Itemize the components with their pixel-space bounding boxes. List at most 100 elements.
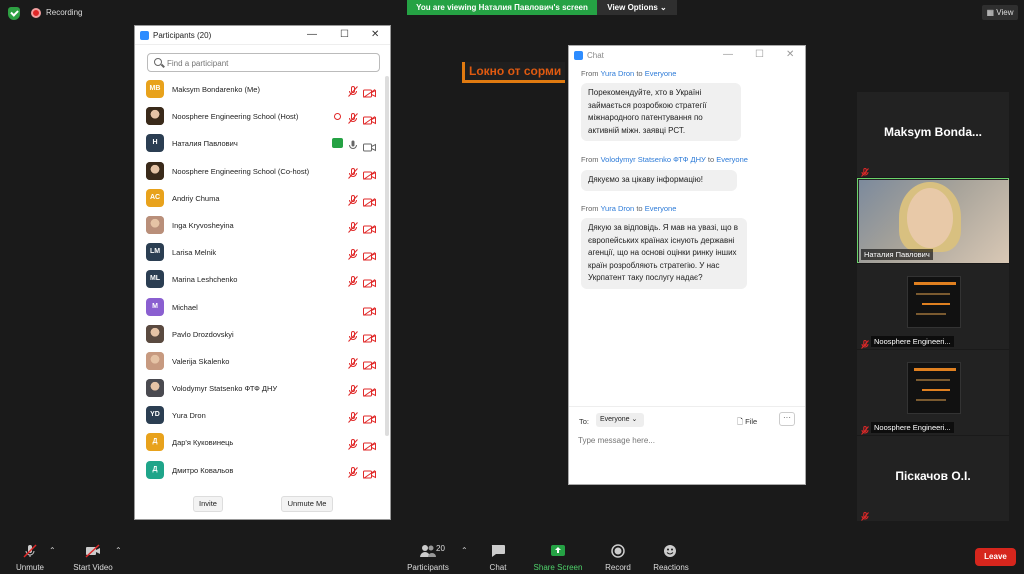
microphone-muted-icon: [861, 508, 869, 521]
chat-message-bubble: Дякуємо за цікаву інформацію!: [581, 170, 737, 191]
microphone-muted-icon: [348, 465, 358, 478]
tile-participant-name: Noosphere Engineeri...: [871, 336, 954, 347]
sender-name[interactable]: Volodymyr Statsenko ФТФ ДНУ: [601, 155, 706, 164]
recipient-name[interactable]: Everyone: [645, 69, 677, 78]
chat-button[interactable]: Chat: [468, 538, 528, 574]
video-camera-off-icon: [363, 194, 376, 207]
participant-row[interactable]: ML Marina Leshchenko: [135, 266, 385, 293]
audio-options-caret-icon[interactable]: ⌃: [49, 546, 56, 555]
minimize-icon[interactable]: —: [723, 49, 733, 60]
leave-button[interactable]: Leave: [975, 548, 1016, 566]
recipient-select[interactable]: Everyone ⌄: [596, 413, 644, 427]
close-icon[interactable]: ✕: [371, 29, 379, 40]
participant-row[interactable]: MB Maksym Bondarenko (Me): [135, 76, 385, 103]
from-word: From: [581, 204, 599, 213]
video-tile[interactable]: Наталия Павлович: [857, 178, 1009, 263]
microphone-muted-icon: [348, 437, 358, 451]
view-options-button[interactable]: View Options ⌄: [597, 0, 677, 15]
participant-row[interactable]: Д Дмитро Ковальов: [135, 457, 385, 484]
video-camera-off-icon: [363, 167, 376, 180]
video-tile[interactable]: Піскачов О.І.: [857, 436, 1009, 521]
avatar: LM: [146, 243, 164, 262]
invite-button[interactable]: Invite: [193, 496, 223, 512]
screen-share-icon: [332, 138, 343, 149]
participant-name: Larisa Melnik: [172, 248, 217, 258]
zoom-meeting-window: Recording You are viewing Наталия Павлов…: [0, 0, 1024, 574]
close-icon[interactable]: ✕: [786, 49, 794, 60]
avatar-image: [146, 161, 164, 180]
participant-row[interactable]: Volodymyr Statsenko ФТФ ДНУ: [135, 375, 385, 402]
recipient-name[interactable]: Everyone: [716, 155, 748, 164]
participant-name: Michael: [172, 302, 198, 312]
minimize-icon[interactable]: —: [307, 29, 317, 40]
video-face-shape: [907, 188, 953, 248]
chat-message-header: From Volodymyr Statsenko ФТФ ДНУ to Ever…: [581, 155, 748, 164]
video-options-caret-icon[interactable]: ⌃: [115, 546, 122, 555]
participant-name: Inga Kryvosheyina: [172, 220, 234, 230]
chat-message-input[interactable]: [578, 433, 793, 447]
participant-row[interactable]: Д Дар'я Куковинець: [135, 429, 385, 456]
participant-row[interactable]: Inga Kryvosheyina: [135, 212, 385, 239]
microphone-muted-icon: [348, 329, 358, 342]
microphone-muted-icon: [861, 164, 869, 177]
participant-row[interactable]: Noosphere Engineering School (Host): [135, 103, 385, 130]
chat-label: Chat: [489, 563, 507, 572]
more-options-button[interactable]: ···: [779, 412, 795, 426]
participant-search[interactable]: [147, 53, 380, 72]
participant-name: Yura Dron: [172, 411, 206, 421]
record-button[interactable]: Record: [588, 538, 648, 574]
scrollbar[interactable]: [385, 76, 389, 436]
video-camera-off-icon: [363, 330, 376, 343]
participant-row[interactable]: Н Наталия Павлович: [135, 130, 385, 157]
chat-composer: To: Everyone ⌄ 🗋 File ···: [569, 406, 805, 484]
unmute-button[interactable]: Unmute: [0, 538, 60, 574]
video-camera-off-icon: [85, 544, 100, 558]
chat-message-bubble: Порекомендуйте, хто в Україні займається…: [581, 83, 741, 141]
tile-participant-name: Maksym Bonda...: [883, 125, 983, 139]
video-tile[interactable]: Noosphere Engineeri...: [857, 264, 1009, 349]
avatar: Н: [146, 134, 164, 153]
avatar: Д: [146, 460, 164, 479]
microphone-muted-icon: [348, 356, 358, 369]
participant-name: Noosphere Engineering School (Co-host): [172, 166, 310, 176]
participants-button[interactable]: 20 Participants: [398, 538, 458, 574]
participant-name: Valerija Skalenko: [172, 356, 230, 366]
reactions-button[interactable]: Reactions: [641, 538, 701, 574]
participant-row[interactable]: Pavlo Drozdovskyi: [135, 321, 385, 348]
video-tile[interactable]: Noosphere Engineeri...: [857, 350, 1009, 435]
sender-name[interactable]: Yura Dron: [600, 69, 634, 78]
maximize-icon[interactable]: ☐: [755, 49, 764, 60]
participant-search-input[interactable]: [167, 56, 367, 70]
avatar: AC: [146, 188, 164, 207]
chat-message-header: From Yura Dron to Everyone: [581, 204, 676, 213]
view-button[interactable]: ▦ View: [982, 5, 1018, 20]
security-shield-icon[interactable]: [8, 7, 20, 20]
file-label: File: [745, 417, 758, 426]
participant-row[interactable]: Valerija Skalenko: [135, 348, 385, 375]
maximize-icon[interactable]: ☐: [340, 29, 349, 40]
shared-slide-thumbnail: [907, 276, 961, 328]
share-screen-icon: [551, 545, 565, 556]
search-icon: [154, 58, 162, 66]
participant-row[interactable]: Noosphere Engineering School (Co-host): [135, 158, 385, 185]
share-screen-button[interactable]: Share Screen: [528, 538, 588, 574]
sender-name[interactable]: Yura Dron: [600, 204, 634, 213]
file-button[interactable]: 🗋 File: [737, 416, 757, 429]
participants-options-caret-icon[interactable]: ⌃: [461, 546, 468, 555]
tile-participant-name: Noosphere Engineeri...: [871, 422, 954, 433]
participant-name: Дар'я Куковинець: [172, 438, 234, 448]
avatar-image: [146, 379, 164, 398]
participant-row[interactable]: LM Larisa Melnik: [135, 239, 385, 266]
avatar: [146, 351, 164, 370]
recipient-name[interactable]: Everyone: [645, 204, 677, 213]
avatar: Д: [146, 433, 164, 452]
video-tile[interactable]: Maksym Bonda...: [857, 92, 1009, 177]
participant-row[interactable]: AC Andriy Chuma: [135, 185, 385, 212]
unmute-me-button[interactable]: Unmute Me: [281, 496, 333, 512]
participant-row[interactable]: M Michael: [135, 294, 385, 321]
smiley-reaction-icon: [664, 545, 676, 557]
participant-row[interactable]: YD Yura Dron: [135, 402, 385, 429]
start-video-button[interactable]: Start Video: [63, 538, 123, 574]
avatar: [146, 215, 164, 234]
video-camera-off-icon: [363, 221, 376, 234]
